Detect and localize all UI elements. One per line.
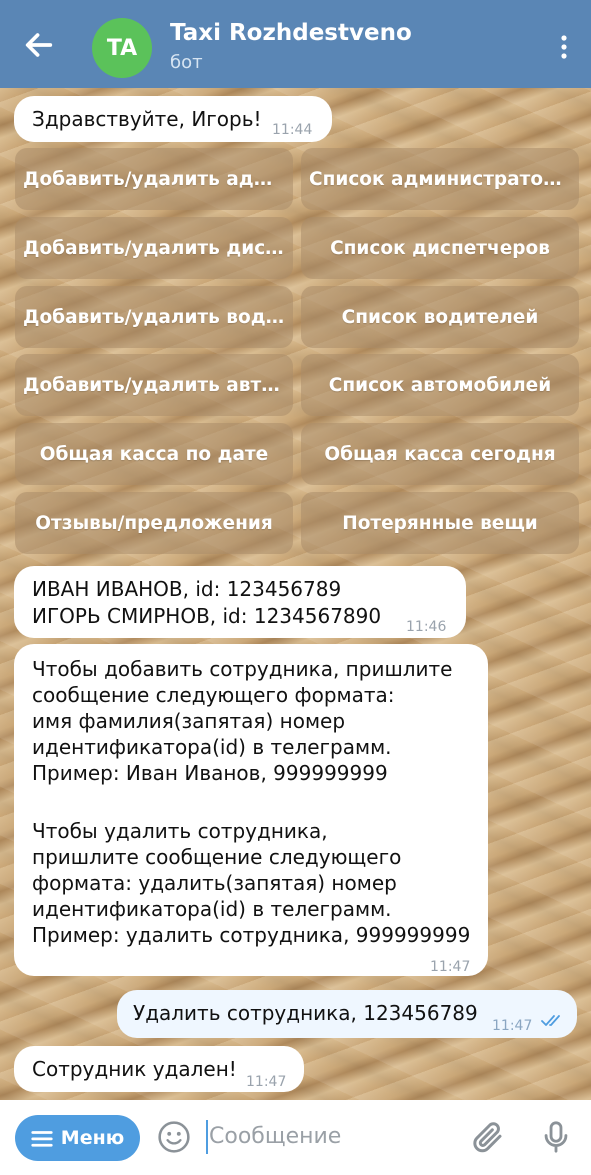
keyboard-button-feedback[interactable]: Отзывы/предложения: [15, 492, 293, 554]
keyboard-button-lost-items[interactable]: Потерянные вещи: [301, 492, 579, 554]
message-text-line: ИГОРЬ СМИРНОВ, id: 1234567890: [32, 604, 382, 628]
outgoing-message-bubble[interactable]: Удалить сотрудника, 123456789 11:47: [117, 990, 577, 1038]
message-time: 11:47: [246, 1074, 287, 1090]
arrow-left-icon[interactable]: [22, 28, 56, 62]
menu-icon: [31, 1130, 53, 1147]
message-bubble[interactable]: Чтобы добавить сотрудника, пришлите сооб…: [14, 644, 488, 976]
bot-menu-button[interactable]: Меню: [15, 1115, 140, 1161]
keyboard-button-admin-list[interactable]: Список администраторов: [301, 148, 579, 210]
message-text-line: пришлите сообщение следующего: [32, 845, 402, 869]
microphone-icon[interactable]: [539, 1118, 573, 1156]
message-input-bar: Меню Сообщение: [0, 1100, 591, 1175]
message-text-line: ИВАН ИВАНОВ, id: 123456789: [32, 577, 342, 601]
keyboard-button-dispatcher-list[interactable]: Список диспетчеров: [301, 217, 579, 279]
message-time: 11:46: [406, 619, 447, 635]
double-check-icon: [541, 1015, 560, 1026]
keyboard-button-cash-by-date[interactable]: Общая касса по дате: [15, 423, 293, 485]
message-paragraph: Чтобы удалить сотрудника, пришлите сообщ…: [32, 818, 470, 948]
message-bubble[interactable]: Здравствуйте, Игорь! 11:44: [14, 96, 332, 142]
chat-header: TA Taxi Rozhdestveno бот: [0, 0, 591, 88]
message-text: Удалить сотрудника, 123456789: [133, 1001, 478, 1025]
message-text-line: Чтобы удалить сотрудника,: [32, 819, 328, 843]
avatar[interactable]: TA: [92, 18, 152, 78]
message-text-line: формата: удалить(запятая) номер: [32, 871, 397, 895]
message-time: 11:44: [272, 122, 313, 138]
message-time: 11:47: [430, 959, 471, 975]
keyboard-button-add-admin[interactable]: Добавить/удалить администратора: [15, 148, 293, 210]
message-text-line: сообщение следующего формата:: [32, 683, 395, 707]
message-text: Сотрудник удален!: [32, 1057, 237, 1081]
message-text-line: Пример: удалить сотрудника, 999999999: [32, 923, 471, 947]
message-text-line: идентификатора(id) в телеграмм.: [32, 735, 392, 759]
bot-menu-label: Меню: [60, 1127, 125, 1149]
chat-title[interactable]: Taxi Rozhdestveno: [170, 20, 412, 46]
message-bubble[interactable]: ИВАН ИВАНОВ, id: 123456789 ИГОРЬ СМИРНОВ…: [14, 566, 466, 638]
message-text: Здравствуйте, Игорь!: [32, 107, 262, 131]
emoji-icon[interactable]: [157, 1120, 191, 1154]
message-time: 11:47: [492, 1018, 533, 1034]
keyboard-button-add-dispatcher[interactable]: Добавить/удалить диспетчера: [15, 217, 293, 279]
chat-subtitle: бот: [170, 52, 203, 73]
keyboard-button-driver-list[interactable]: Список водителей: [301, 286, 579, 348]
keyboard-button-car-list[interactable]: Список автомобилей: [301, 354, 579, 416]
paperclip-icon[interactable]: [470, 1119, 506, 1155]
text-caret: [206, 1120, 208, 1154]
message-paragraph: Чтобы добавить сотрудника, пришлите сооб…: [32, 656, 453, 786]
chat-screen: TA Taxi Rozhdestveno бот Здравствуйте, И…: [0, 0, 591, 1175]
message-text-line: имя фамилия(запятая) номер: [32, 709, 346, 733]
keyboard-button-add-driver[interactable]: Добавить/удалить водителя: [15, 286, 293, 348]
message-input[interactable]: Сообщение: [209, 1124, 341, 1149]
keyboard-button-add-car[interactable]: Добавить/удалить автомобиль: [15, 354, 293, 416]
message-text-line: Пример: Иван Иванов, 999999999: [32, 761, 388, 785]
message-text-line: идентификатора(id) в телеграмм.: [32, 897, 392, 921]
message-text-line: Чтобы добавить сотрудника, пришлите: [32, 657, 453, 681]
message-bubble[interactable]: Сотрудник удален! 11:47: [14, 1046, 304, 1092]
more-vertical-icon[interactable]: [559, 34, 569, 60]
keyboard-button-cash-today[interactable]: Общая касса сегодня: [301, 423, 579, 485]
